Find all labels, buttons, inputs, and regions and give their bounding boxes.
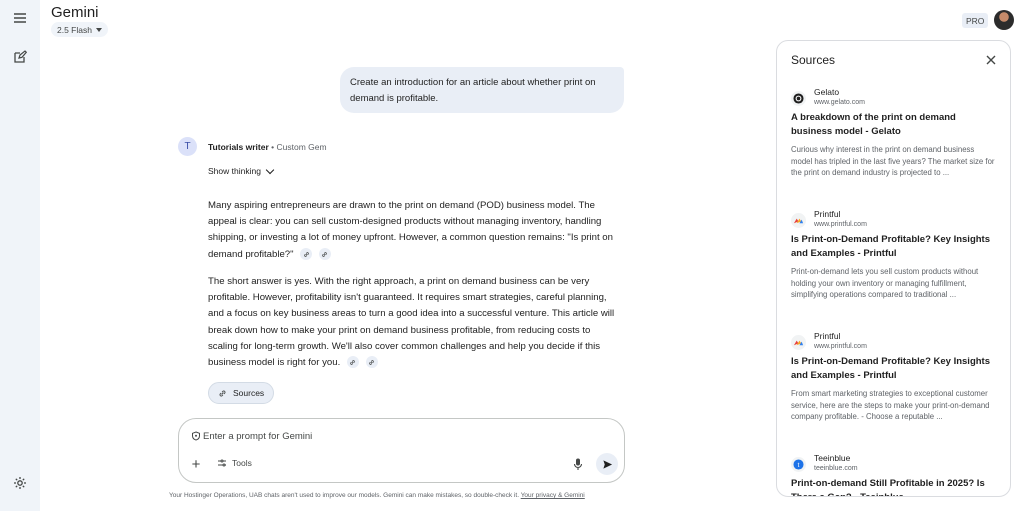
citation-link-icon[interactable] bbox=[300, 248, 313, 261]
printful-logo-icon bbox=[791, 213, 806, 228]
edit-icon[interactable] bbox=[11, 48, 29, 66]
model-selector[interactable]: 2.5 Flash bbox=[51, 22, 108, 37]
prompt-input[interactable] bbox=[203, 427, 603, 445]
source-name: Printful bbox=[814, 209, 841, 219]
source-name: Gelato bbox=[814, 87, 840, 97]
source-url: www.gelato.com bbox=[814, 99, 865, 106]
chevron-down-icon bbox=[265, 165, 275, 174]
user-message-bubble: Create an introduction for an article ab… bbox=[340, 67, 624, 113]
app-title: Gemini bbox=[51, 4, 99, 21]
menu-icon[interactable] bbox=[11, 9, 29, 27]
side-rail bbox=[0, 0, 40, 511]
source-title[interactable]: Is Print-on-Demand Profitable? Key Insig… bbox=[791, 233, 996, 261]
microphone-icon[interactable] bbox=[572, 457, 584, 471]
source-card[interactable]: Printful www.printful.com Is Print-on-De… bbox=[791, 209, 996, 301]
svg-text:t: t bbox=[798, 462, 800, 469]
disclaimer: Your Hostinger Operations, UAB chats are… bbox=[169, 492, 585, 499]
response-paragraph: Many aspiring entrepreneurs are drawn to… bbox=[208, 198, 618, 263]
gear-icon[interactable] bbox=[11, 474, 29, 492]
citation-link-icon[interactable] bbox=[346, 356, 359, 369]
source-title[interactable]: A breakdown of the print on demand busin… bbox=[791, 111, 996, 139]
source-title[interactable]: Is Print-on-Demand Profitable? Key Insig… bbox=[791, 355, 996, 383]
show-thinking-toggle[interactable]: Show thinking bbox=[208, 165, 275, 176]
disclaimer-text: Your Hostinger Operations, UAB chats are… bbox=[169, 492, 521, 499]
prompt-box: + Tools bbox=[178, 418, 625, 483]
sources-panel: Sources Gelato www.gelato.com A breakdow… bbox=[776, 40, 1011, 497]
source-url: www.printful.com bbox=[814, 343, 867, 350]
gem-header: Tutorials writer • Custom Gem bbox=[208, 142, 327, 152]
source-card[interactable]: Gelato www.gelato.com A breakdown of the… bbox=[791, 87, 996, 179]
tools-icon bbox=[218, 459, 226, 467]
user-avatar[interactable] bbox=[994, 10, 1014, 30]
source-snippet: From smart marketing strategies to excep… bbox=[791, 389, 990, 422]
caret-down-icon bbox=[95, 27, 102, 32]
citation-link-icon[interactable] bbox=[365, 356, 378, 369]
source-snippet: Curious why interest in the print on dem… bbox=[791, 145, 995, 178]
paragraph-text: The short answer is yes. With the right … bbox=[208, 276, 615, 369]
model-label: 2.5 Flash bbox=[57, 24, 92, 35]
send-icon bbox=[602, 459, 612, 469]
link-icon bbox=[219, 390, 226, 396]
add-button[interactable]: + bbox=[189, 456, 203, 473]
source-url: teeinblue.com bbox=[814, 465, 858, 472]
source-card[interactable]: t Teeinblue teeinblue.com Print-on-deman… bbox=[791, 453, 996, 496]
source-url: www.printful.com bbox=[814, 221, 867, 228]
paragraph-text: Many aspiring entrepreneurs are drawn to… bbox=[208, 200, 613, 260]
gem-type: Custom Gem bbox=[276, 142, 327, 152]
source-card[interactable]: Printful www.printful.com Is Print-on-De… bbox=[791, 331, 996, 423]
source-name: Printful bbox=[814, 331, 841, 341]
gem-avatar: T bbox=[178, 137, 197, 156]
response-paragraph: The short answer is yes. With the right … bbox=[208, 274, 618, 371]
tools-label: Tools bbox=[232, 458, 252, 468]
source-snippet: Print-on-demand lets you sell custom pro… bbox=[791, 267, 979, 300]
close-icon[interactable] bbox=[984, 53, 998, 67]
sources-panel-title: Sources bbox=[791, 53, 836, 67]
printful-logo-icon bbox=[791, 335, 806, 350]
sources-button[interactable]: Sources bbox=[208, 382, 275, 404]
tools-button[interactable]: Tools bbox=[217, 458, 252, 468]
gelato-logo-icon bbox=[791, 91, 806, 106]
source-title[interactable]: Print-on-demand Still Profitable in 2025… bbox=[791, 477, 996, 496]
gem-name: Tutorials writer bbox=[208, 142, 269, 152]
teeinblue-logo-icon: t bbox=[791, 457, 806, 472]
shield-icon bbox=[192, 431, 200, 441]
citation-link-icon[interactable] bbox=[318, 248, 331, 261]
pro-badge: PRO bbox=[962, 13, 989, 28]
show-thinking-label: Show thinking bbox=[208, 166, 261, 176]
privacy-link[interactable]: Your privacy & Gemini bbox=[521, 492, 585, 499]
send-button[interactable] bbox=[596, 453, 618, 475]
sources-button-label: Sources bbox=[233, 388, 265, 398]
source-name: Teeinblue bbox=[814, 453, 851, 463]
